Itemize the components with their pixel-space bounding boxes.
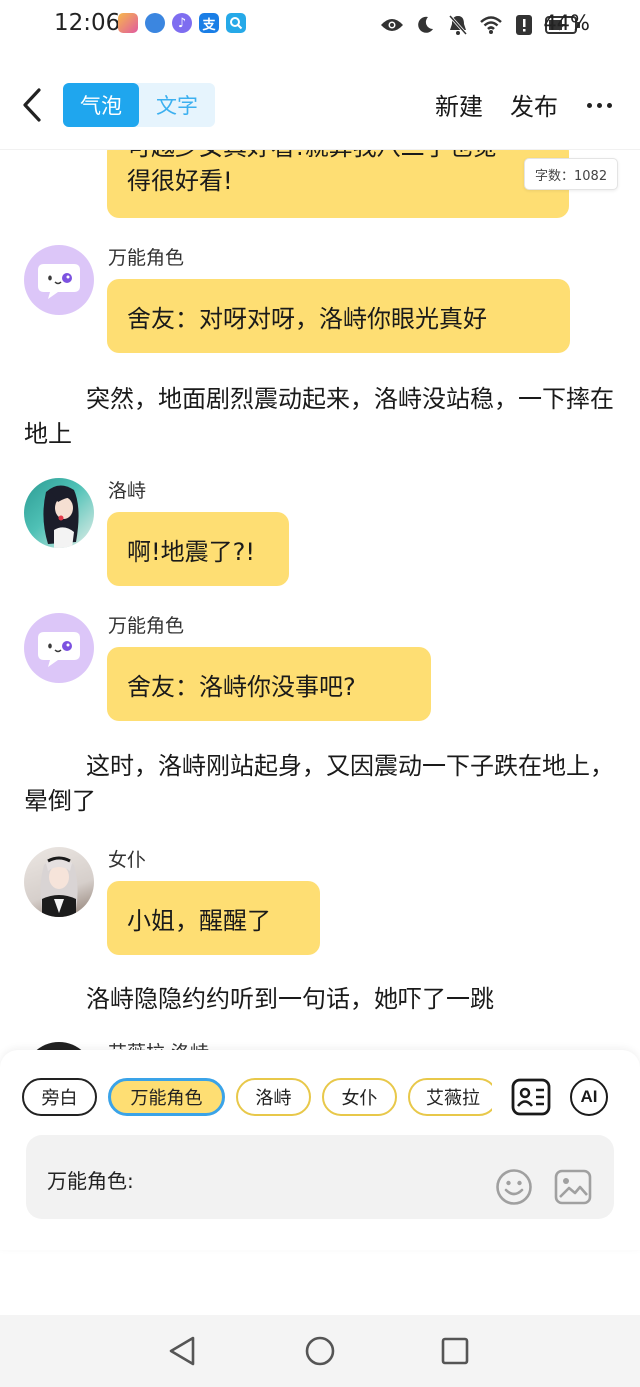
- avatar[interactable]: [24, 1042, 94, 1050]
- role-chip-universal[interactable]: 万能角色: [108, 1078, 225, 1116]
- status-app-icons: ♪ 支: [118, 13, 246, 33]
- chevron-left-icon: [23, 88, 41, 122]
- role-selector: 旁白 万能角色 洛峙 女仆 艾薇拉: [22, 1078, 492, 1118]
- app-icon-2: [145, 13, 165, 33]
- role-chip-maid[interactable]: 女仆: [322, 1078, 397, 1116]
- ai-button[interactable]: AI: [568, 1076, 610, 1118]
- square-recents-icon: [441, 1337, 469, 1365]
- role-chip-aviela[interactable]: 艾薇拉: [408, 1078, 492, 1116]
- role-chip-narration[interactable]: 旁白: [22, 1078, 97, 1116]
- speaker-name: 洛峙: [108, 480, 147, 502]
- speaker-name: 万能角色: [108, 615, 185, 637]
- message-bubble[interactable]: 舍友：洛峙你没事吧?: [107, 647, 431, 721]
- search-app-icon: [226, 13, 246, 33]
- chat-bubble-face-icon: [38, 632, 80, 667]
- more-options-button[interactable]: [584, 90, 614, 120]
- dot-icon: [596, 102, 602, 108]
- alipay-icon: 支: [199, 13, 219, 33]
- battery-percent: 44%: [543, 11, 590, 35]
- nav-home-button[interactable]: [302, 1333, 338, 1369]
- chat-bubble-face-icon: [38, 264, 80, 299]
- mode-segmented-control: 气泡 文字: [63, 83, 215, 127]
- back-button[interactable]: [14, 84, 50, 126]
- speaker-name: 女仆: [108, 849, 147, 871]
- speaker-name: 万能角色: [108, 247, 185, 269]
- narration-text[interactable]: 洛峙隐隐约约听到一句话，她吓了一跳: [24, 982, 614, 1017]
- insert-image-button[interactable]: [554, 1168, 592, 1206]
- image-icon: [554, 1169, 592, 1205]
- moon-icon: [413, 13, 437, 37]
- message-bubble[interactable]: 啊!地震了?!: [107, 512, 289, 586]
- app-header: 气泡 文字 新建 发布: [0, 60, 640, 150]
- app-icon-1: [118, 13, 138, 33]
- character-portrait-icon: [40, 856, 78, 917]
- status-bar: 12:06 ♪ 支 44%: [0, 0, 640, 50]
- speaker-name: 艾薇拉 洛峙: [108, 1038, 209, 1050]
- avatar[interactable]: [24, 613, 94, 683]
- eye-icon: [380, 13, 404, 37]
- emoji-button[interactable]: [495, 1168, 533, 1206]
- message-bubble[interactable]: 可越少女真好看!就算我八二了也觉 得很好看!: [107, 150, 569, 218]
- music-app-icon: ♪: [172, 13, 192, 33]
- triangle-back-icon: [169, 1336, 195, 1366]
- message-input[interactable]: 万能角色:: [26, 1135, 614, 1219]
- composer-panel: 旁白 万能角色 洛峙 女仆 艾薇拉 AI 万能角色:: [0, 1050, 640, 1250]
- character-portrait-icon: [43, 485, 79, 548]
- dot-icon: [586, 102, 592, 108]
- word-count-badge: 字数：1082: [524, 158, 619, 190]
- role-manage-button[interactable]: [510, 1076, 552, 1118]
- bell-off-icon: [446, 13, 470, 37]
- publish-button[interactable]: 发布: [510, 87, 558, 122]
- avatar[interactable]: [24, 847, 94, 917]
- message-bubble[interactable]: 舍友：对呀对呀，洛峙你眼光真好: [107, 279, 570, 353]
- bubble-text: 得很好看!: [127, 167, 233, 195]
- avatar[interactable]: [24, 478, 94, 548]
- narration-text[interactable]: 这时，洛峙刚站起身，又因震动一下子跌在地上，晕倒了: [24, 749, 614, 819]
- role-chip-luozhi[interactable]: 洛峙: [236, 1078, 311, 1116]
- narration-text[interactable]: 突然，地面剧烈震动起来，洛峙没站稳，一下摔在地上: [24, 382, 614, 452]
- nav-back-button[interactable]: [164, 1333, 200, 1369]
- tab-text[interactable]: 文字: [139, 83, 215, 127]
- ai-icon: AI: [570, 1078, 608, 1116]
- new-button[interactable]: 新建: [435, 87, 483, 122]
- chat-area[interactable]: 字数：1082 可越少女真好看!就算我八二了也觉 得很好看! 万能角色 舍友：对…: [0, 150, 640, 1050]
- nav-recents-button[interactable]: [437, 1333, 473, 1369]
- smiley-icon: [496, 1169, 532, 1205]
- message-bubble[interactable]: 小姐，醒醒了: [107, 881, 320, 955]
- system-nav-bar: [0, 1315, 640, 1387]
- tab-bubble[interactable]: 气泡: [63, 83, 139, 127]
- dot-icon: [606, 102, 612, 108]
- avatar[interactable]: [24, 245, 94, 315]
- input-role-label: 万能角色:: [47, 1169, 134, 1193]
- circle-home-icon: [305, 1336, 335, 1366]
- contact-card-icon: [511, 1078, 551, 1116]
- alert-icon: [512, 13, 536, 37]
- bubble-text-clipped: 可越少女真好看!就算我八二了也觉: [127, 150, 549, 164]
- status-time: 12:06: [54, 10, 121, 36]
- wifi-icon: [479, 13, 503, 37]
